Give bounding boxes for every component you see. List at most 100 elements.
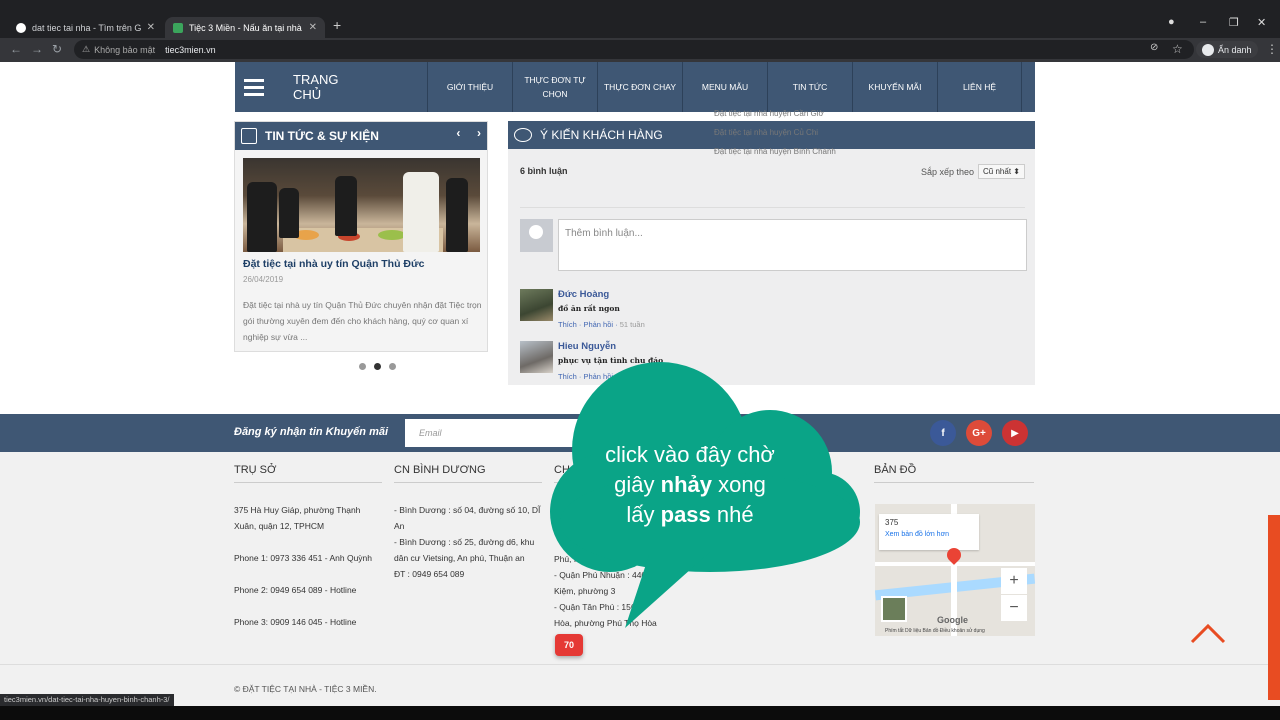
url-text: tiec3mien.vn bbox=[165, 44, 216, 55]
binh-duong-line: - Bình Dương : số 04, đường số 10, DĨ An bbox=[394, 505, 541, 531]
hq-phone-1: Phone 1: 0973 336 451 - Anh Quỳnh bbox=[234, 553, 373, 563]
map-place: 375 bbox=[885, 518, 899, 527]
tab-search-icon[interactable]: ● bbox=[1168, 16, 1175, 28]
star-icon[interactable]: ☆ bbox=[1172, 42, 1183, 56]
browser-tab-bar: dat tiec tai nha - Tìm trên Google ✕ Tiệ… bbox=[0, 0, 1280, 38]
map-heading: BẢN ĐỒ bbox=[874, 464, 1034, 483]
nav-home[interactable]: TRANG CHỦ bbox=[273, 62, 363, 112]
eye-off-icon[interactable]: ⊘ bbox=[1150, 42, 1158, 53]
hq-phone-3: Phone 3: 0909 146 045 - Hotline bbox=[234, 617, 357, 627]
youtube-icon[interactable]: ▶ bbox=[1002, 420, 1028, 446]
incognito-label: Ẩn danh bbox=[1218, 44, 1252, 55]
district-links: Đặt tiệc tại nhà huyện Cần Giờ Đặt tiệc … bbox=[714, 104, 836, 161]
facebook-icon[interactable]: f bbox=[930, 420, 956, 446]
carousel-dots bbox=[359, 363, 396, 370]
like-link[interactable]: Thích bbox=[558, 320, 577, 329]
address-bar: ← → ↻ ⚠ Không bảo mật tiec3mien.vn ⊘ ☆ Ẩ… bbox=[0, 38, 1280, 62]
incognito-badge[interactable]: Ẩn danh bbox=[1196, 41, 1258, 58]
comment-author[interactable]: Hieu Nguyễn bbox=[558, 341, 616, 352]
nav-item-thuc-don-tu-chon[interactable]: THỰC ĐƠN TỰ CHỌN bbox=[512, 62, 597, 112]
omnibox[interactable]: ⚠ Không bảo mật tiec3mien.vn bbox=[74, 40, 1194, 59]
google-plus-icon[interactable]: G+ bbox=[966, 420, 992, 446]
hq-heading: TRỤ SỞ bbox=[234, 464, 382, 483]
browser-tab-google[interactable]: dat tiec tai nha - Tìm trên Google ✕ bbox=[8, 17, 163, 38]
browser-tab-active[interactable]: Tiệc 3 Miền - Nấu ăn tại nhà TPHCM ✕ bbox=[165, 17, 325, 38]
edit-icon bbox=[241, 128, 257, 144]
subscribe-label: Đăng ký nhận tin Khuyến mãi bbox=[234, 426, 389, 438]
prev-arrow-icon[interactable]: ‹ bbox=[456, 126, 460, 140]
sort-select[interactable]: Cũ nhất ⬍ bbox=[978, 164, 1025, 179]
district-link[interactable]: Đặt tiệc tại nhà huyện Cần Giờ bbox=[714, 104, 836, 123]
footer-binh-duong: CN BÌNH DƯƠNG - Bình Dương : số 04, đườn… bbox=[394, 464, 546, 582]
map-footer: Phím tắt Dữ liệu Bản đồ Điều khoản sử dụ… bbox=[885, 628, 985, 634]
nav-item-gioi-thieu[interactable]: GIỚI THIỆU bbox=[427, 62, 512, 112]
forward-icon[interactable]: → bbox=[31, 42, 43, 56]
sort-control: Sắp xếp theo Cũ nhất ⬍ bbox=[921, 164, 1025, 179]
minimize-icon[interactable]: – bbox=[1200, 16, 1206, 28]
close-window-icon[interactable]: ✕ bbox=[1257, 16, 1266, 29]
carousel-arrows: ‹ › bbox=[456, 126, 481, 140]
carousel-dot[interactable] bbox=[389, 363, 396, 370]
google-map[interactable]: 375 Xem bản đồ lớn hơn + − Google Phím t… bbox=[875, 504, 1035, 636]
hamburger-icon[interactable] bbox=[235, 62, 273, 112]
hq-address: 375 Hà Huy Giáp, phường Thạnh Xuân, quận… bbox=[234, 505, 361, 531]
district-link[interactable]: Đặt tiệc tại nhà huyện Củ Chi bbox=[714, 123, 836, 142]
warning-icon: ⚠ bbox=[82, 44, 91, 54]
avatar bbox=[520, 289, 553, 321]
main-nav: TRANG CHỦ GIỚI THIỆU THỰC ĐƠN TỰ CHỌN TH… bbox=[235, 62, 1035, 112]
new-tab-button[interactable]: + bbox=[333, 17, 341, 33]
news-photo[interactable] bbox=[243, 158, 480, 252]
carousel-dot-active[interactable] bbox=[374, 363, 381, 370]
next-arrow-icon[interactable]: › bbox=[477, 126, 481, 140]
reload-icon[interactable]: ↻ bbox=[52, 42, 62, 56]
hq-phone-2: Phone 2: 0949 654 089 - Hotline bbox=[234, 585, 357, 595]
chat-bubble-icon bbox=[514, 128, 532, 142]
binh-duong-heading: CN BÌNH DƯƠNG bbox=[394, 464, 542, 483]
countdown-badge[interactable]: 70 bbox=[555, 634, 583, 656]
news-header: TIN TỨC & SỰ KIỆN ‹ › bbox=[235, 122, 487, 150]
nav-item-lien-he[interactable]: LIÊN HỆ bbox=[937, 62, 1022, 112]
scrollbar[interactable] bbox=[1268, 515, 1280, 700]
back-icon[interactable]: ← bbox=[10, 42, 22, 56]
news-title[interactable]: Đặt tiệc tại nhà uy tín Quận Thủ Đức bbox=[243, 258, 424, 270]
tab-title: Tiệc 3 Miền - Nấu ăn tại nhà TPHCM bbox=[189, 22, 303, 33]
promo-line-3: lấy pass nhé bbox=[626, 502, 754, 527]
comment-author[interactable]: Đức Hoàng bbox=[558, 289, 609, 300]
close-tab-icon[interactable]: ✕ bbox=[309, 22, 317, 33]
copyright: © ĐẶT TIỆC TẠI NHÀ - TIỆC 3 MIỀN. bbox=[234, 684, 377, 694]
reply-link[interactable]: Phản hồi bbox=[583, 320, 613, 329]
comments-heading: Ý KIẾN KHÁCH HÀNG bbox=[540, 128, 663, 142]
zoom-in-icon[interactable]: + bbox=[1001, 568, 1027, 594]
comment-input[interactable]: Thêm bình luận... bbox=[558, 219, 1027, 271]
google-logo: Google bbox=[937, 615, 968, 625]
comment-meta: Thích · Phản hồi · 51 tuần bbox=[558, 320, 645, 329]
status-url: tiec3mien.vn/dat-tiec-tai-nha-huyen-binh… bbox=[0, 694, 174, 706]
news-block: TIN TỨC & SỰ KIỆN ‹ › Đặt tiệc tại nhà u… bbox=[234, 121, 488, 352]
comment-text: đồ ăn rất ngon bbox=[558, 304, 620, 313]
satellite-toggle[interactable] bbox=[881, 596, 907, 622]
google-favicon-icon bbox=[16, 22, 26, 33]
scroll-to-top-icon[interactable] bbox=[1190, 618, 1226, 646]
avatar bbox=[520, 341, 553, 373]
map-larger-link[interactable]: Xem bản đồ lớn hơn bbox=[885, 531, 973, 538]
binh-duong-line: - Bình Dương : số 25, đường d6, khu dân … bbox=[394, 537, 535, 563]
menu-icon[interactable]: ⋮ bbox=[1266, 42, 1278, 56]
news-heading: TIN TỨC & SỰ KIỆN bbox=[265, 129, 379, 143]
map-info-card: 375 Xem bản đồ lớn hơn bbox=[879, 514, 979, 550]
incognito-icon bbox=[1202, 43, 1214, 56]
maximize-icon[interactable]: ❐ bbox=[1229, 16, 1239, 29]
promo-text[interactable]: click vào đây chờ giây nhảy xong lấy pas… bbox=[570, 440, 810, 530]
carousel-dot[interactable] bbox=[359, 363, 366, 370]
security-label: Không bảo mật bbox=[94, 44, 156, 55]
zoom-out-icon[interactable]: − bbox=[1001, 595, 1027, 621]
nav-item-thuc-don-chay[interactable]: THỰC ĐƠN CHAY bbox=[597, 62, 682, 112]
district-link[interactable]: Đặt tiệc tại nhà huyện Bình Chánh bbox=[714, 142, 836, 161]
promo-line-2: giây nhảy xong bbox=[614, 472, 766, 497]
binh-duong-line: ĐT : 0949 654 089 bbox=[394, 569, 465, 579]
close-tab-icon[interactable]: ✕ bbox=[147, 22, 155, 33]
comment-count: 6 bình luận bbox=[520, 166, 568, 176]
nav-item-khuyen-mai[interactable]: KHUYẾN MÃI bbox=[852, 62, 937, 112]
footer-map: BẢN ĐỒ bbox=[874, 464, 1034, 483]
tab-title: dat tiec tai nha - Tìm trên Google bbox=[32, 22, 141, 33]
comment-time: 51 tuần bbox=[619, 320, 645, 329]
